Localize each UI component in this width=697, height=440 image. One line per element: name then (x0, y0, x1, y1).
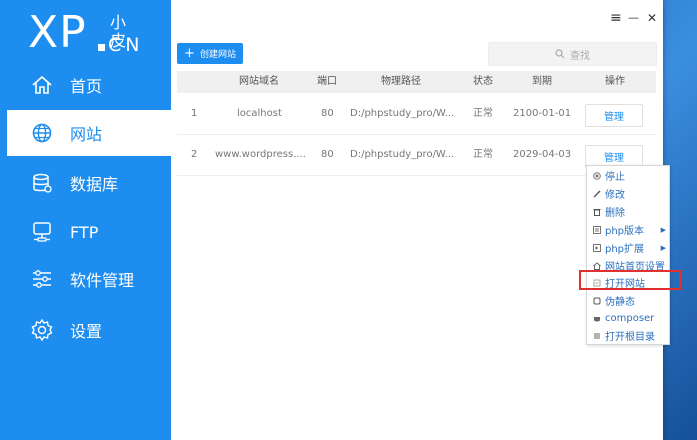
logo-main: XP (28, 7, 87, 58)
row-domain: www.wordpress.... (215, 149, 306, 160)
col-header-status: 状态 (473, 76, 493, 87)
sidebar-item-label: 首页 (70, 77, 103, 96)
menu-item-php-extension[interactable]: php扩展 ▶ (587, 239, 669, 256)
col-header-action: 操作 (605, 76, 625, 87)
globe-icon (30, 121, 54, 145)
submenu-arrow-icon: ▶ (660, 225, 666, 234)
row-port: 80 (321, 149, 334, 160)
folder-list-icon (592, 331, 601, 340)
menu-item-php-version[interactable]: php版本 ▶ (587, 221, 669, 238)
logo-cn-bottom: CN (108, 34, 144, 56)
phpstudy-window: XP 小皮 CN 首页 网站 数据库 FTP 软件管理 设置 ≡ — ✕ + 创… (0, 0, 681, 440)
sidebar-item-database[interactable]: 数据库 (0, 160, 171, 206)
sidebar-item-label: 网站 (70, 125, 103, 144)
menu-item-stop[interactable]: 停止 (587, 167, 669, 184)
menu-item-label: php扩展 (605, 244, 645, 255)
sidebar-item-ftp[interactable]: FTP (0, 209, 171, 255)
highlight-box (579, 270, 681, 290)
sidebar-item-label: FTP (70, 222, 99, 242)
logo-dot (98, 44, 105, 51)
col-header-expiry: 到期 (532, 76, 552, 87)
sliders-icon (30, 267, 54, 291)
sidebar-item-label: 软件管理 (70, 271, 135, 290)
menu-item-label: 打开根目录 (605, 332, 655, 343)
row-expiry: 2029-04-03 (513, 149, 572, 160)
sidebar-item-label: 数据库 (70, 175, 119, 194)
composer-icon (592, 314, 601, 323)
database-icon (30, 171, 54, 195)
create-website-label: 创建网站 (199, 50, 236, 60)
home-icon (30, 73, 54, 97)
menu-item-label: composer (605, 313, 655, 324)
manage-context-menu: 停止 修改 删除 php版本 ▶ php扩展 ▶ 网站首页设置 打开网站 伪静态… (586, 165, 670, 345)
row-index: 2 (191, 149, 198, 160)
menu-item-label: 删除 (605, 208, 625, 219)
submenu-arrow-icon: ▶ (660, 243, 666, 252)
rewrite-icon (592, 296, 601, 305)
stop-icon (592, 171, 601, 180)
table-header: 网站域名 端口 物理路径 状态 到期 操作 (177, 71, 656, 93)
search-icon (555, 49, 565, 59)
ftp-icon (30, 220, 54, 244)
menu-item-edit[interactable]: 修改 (587, 185, 669, 202)
col-header-domain: 网站域名 (239, 76, 279, 87)
row-status: 正常 (473, 149, 493, 160)
menu-item-open-root-dir[interactable]: 打开根目录 (587, 327, 669, 344)
php-icon (592, 225, 601, 234)
search-placeholder: 查找 (570, 50, 590, 62)
row-status: 正常 (473, 108, 493, 119)
menu-item-label: 修改 (605, 190, 625, 201)
row-port: 80 (321, 108, 334, 119)
menu-item-delete[interactable]: 删除 (587, 203, 669, 220)
table-row[interactable]: 1 localhost 80 D:/phpstudy_pro/W... 正常 2… (177, 94, 656, 135)
manage-button[interactable]: 管理 (585, 104, 643, 127)
row-index: 1 (191, 108, 198, 119)
sidebar-item-settings[interactable]: 设置 (0, 307, 171, 353)
sidebar-item-software[interactable]: 软件管理 (0, 256, 171, 302)
plus-icon: + (184, 46, 195, 61)
menu-icon[interactable]: ≡ (610, 10, 622, 26)
close-button[interactable]: ✕ (647, 10, 657, 26)
extension-icon (592, 243, 601, 252)
menu-item-label: 伪静态 (605, 297, 635, 308)
col-header-path: 物理路径 (381, 76, 421, 87)
menu-item-label: php版本 (605, 226, 645, 237)
sidebar-item-label: 设置 (70, 322, 103, 341)
table-row[interactable]: 2 www.wordpress.... 80 D:/phpstudy_pro/W… (177, 135, 656, 176)
row-domain: localhost (237, 108, 282, 119)
search-input[interactable]: 查找 (488, 42, 657, 66)
menu-item-rewrite[interactable]: 伪静态 (587, 292, 669, 309)
sidebar: XP 小皮 CN 首页 网站 数据库 FTP 软件管理 设置 (0, 0, 171, 440)
row-path: D:/phpstudy_pro/W... (350, 149, 455, 160)
row-expiry: 2100-01-01 (513, 108, 572, 119)
sidebar-item-website[interactable]: 网站 (7, 110, 171, 156)
create-website-button[interactable]: + 创建网站 (177, 43, 243, 64)
trash-icon (592, 207, 601, 216)
gear-icon (30, 318, 54, 342)
edit-icon (592, 189, 601, 198)
minimize-button[interactable]: — (628, 10, 639, 26)
col-header-port: 端口 (317, 76, 337, 87)
menu-item-label: 停止 (605, 172, 625, 183)
home-icon (592, 261, 601, 270)
row-path: D:/phpstudy_pro/W... (350, 108, 455, 119)
sidebar-item-home[interactable]: 首页 (0, 62, 171, 108)
menu-item-composer[interactable]: composer (587, 310, 669, 327)
